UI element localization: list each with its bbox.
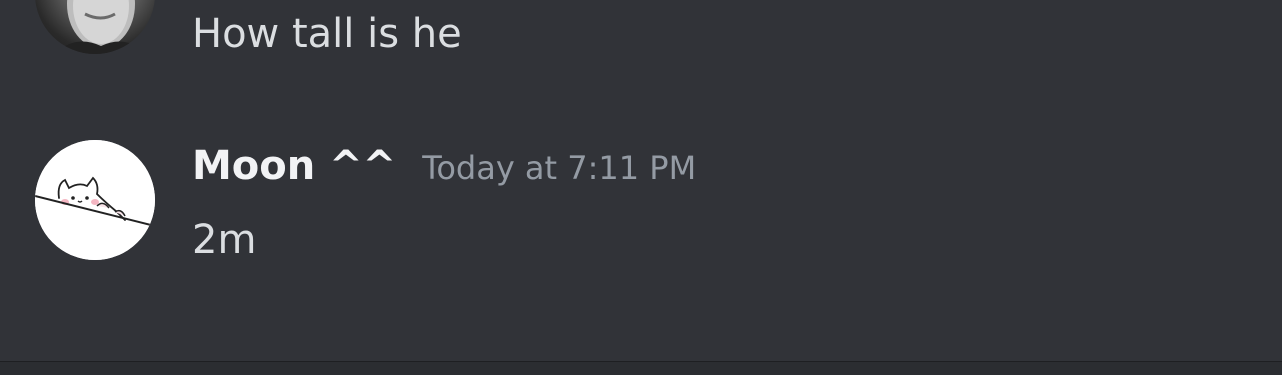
user-photo-icon bbox=[55, 0, 145, 54]
timestamp[interactable]: Today at 7:11 PM bbox=[422, 152, 696, 184]
user-avatar[interactable] bbox=[35, 0, 155, 54]
message-content: How tall is he bbox=[192, 11, 462, 57]
moon-avatar[interactable] bbox=[35, 140, 155, 260]
chat-message-list: How tall is he Moon ^^ Today at 7:11 PM … bbox=[0, 0, 1282, 375]
message-composer-edge bbox=[0, 362, 1282, 375]
message-header: Moon ^^ Today at 7:11 PM bbox=[192, 146, 696, 186]
username[interactable]: Moon ^^ bbox=[192, 146, 396, 186]
white-cat-avatar-icon bbox=[35, 140, 155, 260]
message-content: 2m bbox=[192, 217, 257, 263]
